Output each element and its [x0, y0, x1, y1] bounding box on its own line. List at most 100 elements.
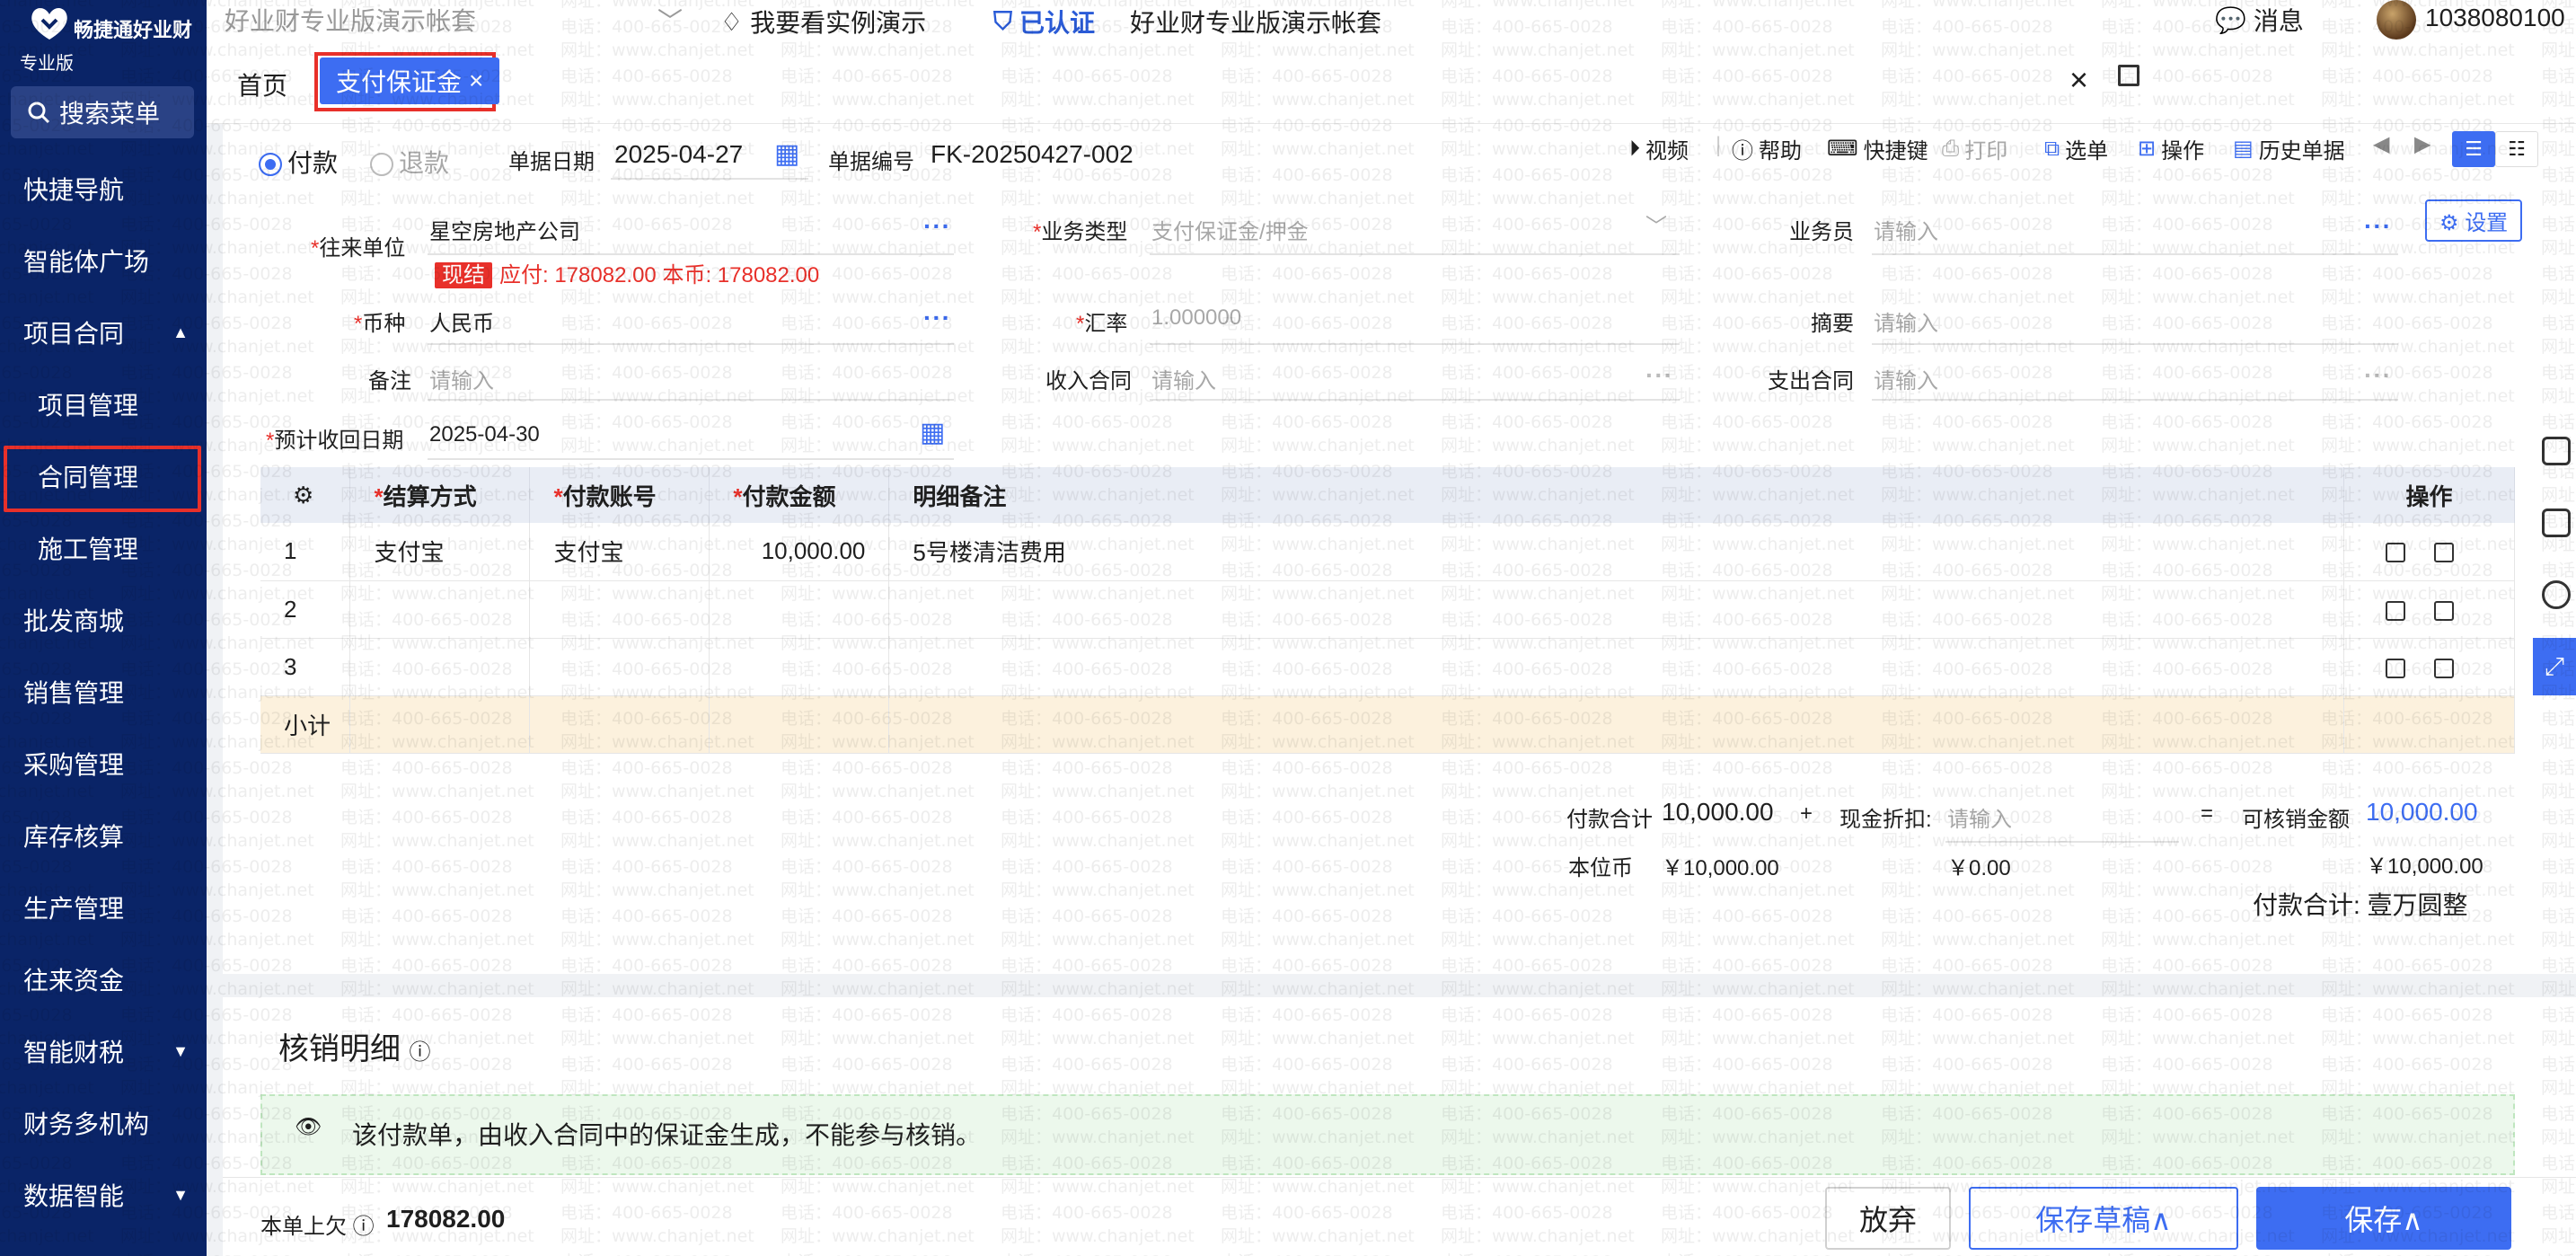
- sidebar-item-finance-tax[interactable]: 智能财税 ▼: [0, 1015, 207, 1087]
- subtotal-label: 小计: [260, 695, 351, 754]
- currency-input[interactable]: 人民币: [429, 305, 494, 337]
- sidebar-item-funds[interactable]: 往来资金: [0, 943, 207, 1015]
- radio-refund-label: 退款: [399, 149, 450, 177]
- cell-note[interactable]: 5号楼清洁费用: [888, 523, 2344, 581]
- draft-icon[interactable]: [2542, 437, 2571, 465]
- summary-input[interactable]: 请输入: [1874, 305, 1938, 337]
- cell-account[interactable]: 支付宝: [529, 523, 710, 581]
- save-draft-button[interactable]: 保存草稿∧: [1969, 1187, 2238, 1250]
- delete-icon[interactable]: [2385, 600, 2405, 621]
- demo-link[interactable]: ♢ 我要看实例演示: [720, 4, 926, 40]
- sidebar-item-multi-org[interactable]: 财务多机构: [0, 1087, 207, 1159]
- prev-doc-icon[interactable]: ◀: [2373, 131, 2389, 157]
- cell-account[interactable]: [529, 580, 710, 639]
- next-doc-icon[interactable]: ▶: [2414, 131, 2430, 157]
- sidebar-item-inventory[interactable]: 库存核算: [0, 800, 207, 871]
- cell-method[interactable]: 支付宝: [349, 523, 531, 581]
- income-contract-more-icon[interactable]: ···: [1645, 361, 1673, 390]
- demo-link-label: 我要看实例演示: [750, 9, 927, 37]
- sidebar-item-wholesale[interactable]: 批发商城: [0, 584, 207, 656]
- delete-icon[interactable]: [2385, 658, 2405, 678]
- messages-button[interactable]: 💬 消息: [2215, 2, 2304, 38]
- search-menu-button[interactable]: 搜索菜单: [11, 86, 194, 138]
- discard-button[interactable]: 放弃: [1825, 1187, 1951, 1250]
- currency-more-icon[interactable]: ···: [923, 304, 951, 332]
- currency-label: *币种: [354, 312, 406, 336]
- cell-note[interactable]: [888, 580, 2344, 639]
- cell-method[interactable]: [349, 638, 531, 696]
- sidebar-item-sales[interactable]: 销售管理: [0, 656, 207, 728]
- history-button[interactable]: ▤ 历史单据: [2233, 133, 2345, 164]
- tab-close-icon[interactable]: ×: [469, 66, 483, 95]
- remark-input[interactable]: 请输入: [429, 363, 494, 394]
- sidebar-item-contract-manage[interactable]: 合同管理: [0, 440, 207, 512]
- avatar[interactable]: [2377, 0, 2416, 40]
- sidebar-item-label: 智能体广场: [23, 248, 150, 276]
- radio-refund[interactable]: 退款: [370, 144, 449, 180]
- close-all-icon[interactable]: ×: [2069, 61, 2088, 99]
- chevron-down-icon[interactable]: ﹀: [1645, 208, 1667, 240]
- list-view-icon[interactable]: ☰: [2452, 131, 2495, 167]
- sidebar-item-project-contract[interactable]: 项目合同 ▲: [0, 296, 207, 368]
- video-button[interactable]: ⏵ 视频: [1629, 133, 1689, 164]
- sidebar-item-production[interactable]: 生产管理: [0, 871, 207, 943]
- sidebar-item-data-intel[interactable]: 数据智能 ▼: [0, 1159, 207, 1231]
- operation-button[interactable]: ⊞ 操作: [2138, 133, 2204, 164]
- cell-amount[interactable]: [709, 638, 890, 696]
- radio-pay-label: 付款: [287, 149, 339, 177]
- biz-type-select[interactable]: 支付保证金/押金: [1151, 214, 1309, 245]
- account-select[interactable]: 好业财专业版演示帐套 ﹀: [225, 2, 683, 38]
- copy-icon[interactable]: [2433, 543, 2454, 563]
- calendar-icon[interactable]: ▦: [920, 417, 945, 448]
- help-button[interactable]: ⓘ 帮助: [1732, 133, 1802, 164]
- radio-pay[interactable]: 付款: [259, 144, 338, 180]
- copy-icon[interactable]: [2433, 600, 2454, 621]
- sidebar-item-purchase[interactable]: 采购管理: [0, 728, 207, 800]
- table-row[interactable]: 2: [260, 580, 2516, 639]
- fullscreen-icon[interactable]: [2118, 65, 2139, 86]
- rate-input[interactable]: 1.000000: [1151, 305, 1241, 331]
- income-contract-input[interactable]: 请输入: [1151, 363, 1216, 394]
- doc-no-value: FK-20250427-002: [931, 140, 1134, 168]
- partner-input[interactable]: 星空房地产公司: [429, 214, 580, 245]
- print-button[interactable]: ⎙ 打印: [1942, 133, 2007, 164]
- cell-method[interactable]: [349, 580, 531, 639]
- calendar-icon[interactable]: ▦: [774, 138, 799, 170]
- copy-icon[interactable]: [2433, 658, 2454, 678]
- column-settings-icon[interactable]: ⚙: [260, 467, 351, 523]
- user-id[interactable]: 1038080100: [2425, 4, 2565, 32]
- cell-account[interactable]: [529, 638, 710, 696]
- cell-amount[interactable]: [709, 580, 890, 639]
- tab-pay-deposit[interactable]: 支付保证金 ×: [320, 57, 500, 104]
- sidebar-item-agent-plaza[interactable]: 智能体广场: [0, 225, 207, 296]
- salesman-input[interactable]: 请输入: [1874, 214, 1938, 245]
- sidebar-item-quick-nav[interactable]: 快捷导航: [0, 153, 207, 225]
- expense-contract-input[interactable]: 请输入: [1874, 363, 1938, 394]
- date-input[interactable]: 2025-04-27: [614, 140, 743, 169]
- tab-home[interactable]: 首页: [237, 66, 287, 102]
- cell-note[interactable]: [888, 638, 2344, 696]
- discount-input[interactable]: 请输入: [1947, 801, 2012, 833]
- attachment-icon[interactable]: [2542, 580, 2571, 609]
- certified-badge[interactable]: ⛉ 已认证: [993, 4, 1095, 40]
- sidebar-item-construction-manage[interactable]: 施工管理: [0, 512, 207, 584]
- detail-view-icon[interactable]: ☷: [2495, 131, 2538, 167]
- partner-more-icon[interactable]: ···: [923, 212, 951, 241]
- salesman-more-icon[interactable]: ···: [2364, 212, 2392, 241]
- save-button[interactable]: 保存∧: [2256, 1187, 2511, 1250]
- brand-logo[interactable]: 畅捷通好业财 专业版: [20, 4, 208, 74]
- sidebar-item-project-manage[interactable]: 项目管理: [0, 368, 207, 440]
- delete-icon[interactable]: [2385, 543, 2405, 563]
- table-row[interactable]: 1 支付宝 支付宝 10,000.00 5号楼清洁费用: [260, 523, 2516, 581]
- cell-amount[interactable]: 10,000.00: [709, 523, 890, 581]
- shortcut-button[interactable]: ⌨ 快捷键: [1827, 133, 1928, 164]
- row-no: 1: [260, 523, 351, 581]
- expand-icon[interactable]: ⤢: [2533, 638, 2576, 695]
- inbox-icon[interactable]: [2542, 509, 2571, 537]
- due-date-input[interactable]: 2025-04-30: [429, 422, 540, 447]
- sidebar-item-label: 项目合同: [23, 320, 125, 348]
- expense-contract-more-icon[interactable]: ···: [2364, 361, 2392, 390]
- table-row[interactable]: 3: [260, 638, 2516, 696]
- select-doc-button[interactable]: ⧉ 选单: [2044, 133, 2108, 164]
- settings-button[interactable]: ⚙ 设置: [2425, 199, 2523, 242]
